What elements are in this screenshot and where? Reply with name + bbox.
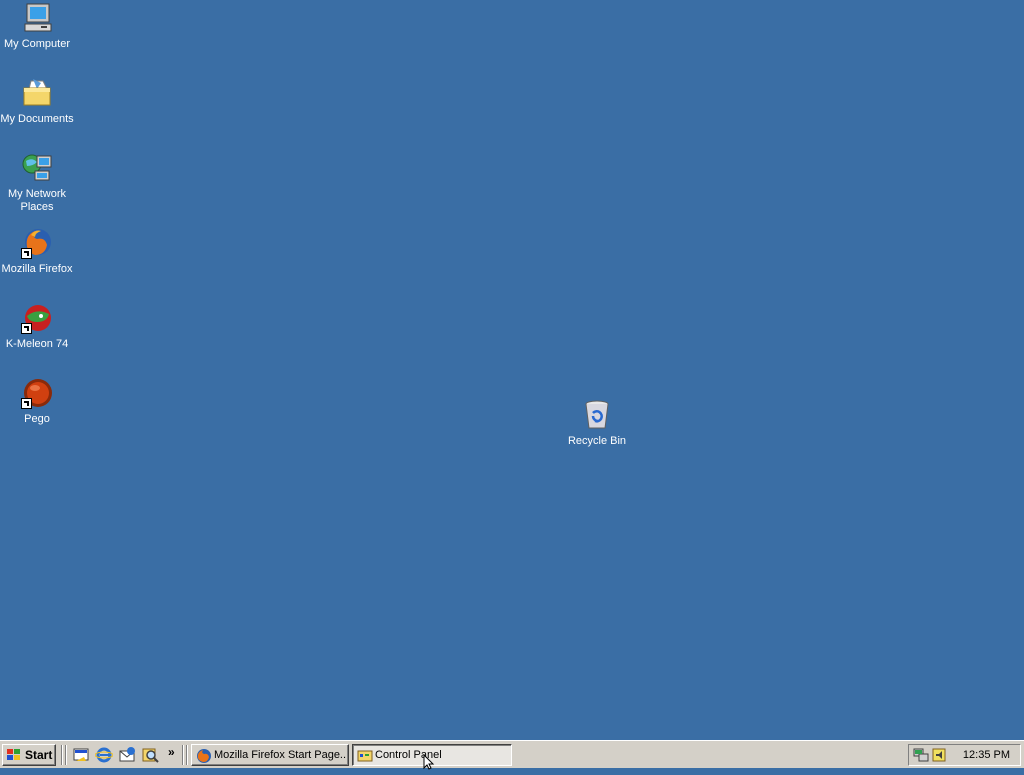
control-panel-icon: [357, 748, 373, 764]
sound-tray-icon[interactable]: [931, 747, 947, 763]
taskbar-separator: [186, 745, 188, 765]
quicklaunch-show-desktop-icon[interactable]: [72, 746, 90, 764]
pego-icon: [21, 377, 53, 409]
start-button[interactable]: Start: [2, 744, 56, 766]
folder-icon: [21, 77, 53, 109]
taskbar-separator: [182, 745, 184, 765]
quicklaunch-outlook-express-icon[interactable]: [118, 746, 136, 764]
desktop-icon-label: My Computer: [3, 38, 71, 50]
desktop-icon-mozilla-firefox[interactable]: Mozilla Firefox: [0, 227, 74, 276]
desktop-icon-label: Pego: [24, 413, 50, 425]
taskbar: Start » Mozilla Firefox Start Page... Co…: [0, 740, 1024, 768]
quicklaunch-search-icon[interactable]: [141, 746, 159, 764]
shortcut-arrow-icon: [21, 248, 32, 259]
desktop-icon-recycle-bin[interactable]: Recycle Bin: [560, 399, 634, 448]
quicklaunch-more-chevron[interactable]: »: [168, 745, 175, 759]
firefox-icon: [196, 748, 212, 764]
task-button-label: Control Panel: [375, 749, 442, 761]
computer-icon: [21, 2, 53, 34]
desktop-icon-label: My Network Places: [7, 188, 67, 213]
k-meleon-icon: [21, 302, 53, 334]
task-button-label: Mozilla Firefox Start Page...: [214, 749, 346, 761]
taskbar-separator: [61, 745, 63, 765]
desktop-icon-my-network-places[interactable]: My Network Places: [0, 152, 74, 214]
desktop-icon-my-documents[interactable]: My Documents: [0, 77, 74, 126]
recycle-bin-icon: [581, 399, 613, 431]
shortcut-arrow-icon: [21, 323, 32, 334]
system-tray: 12:35 PM: [908, 744, 1021, 766]
shortcut-arrow-icon: [21, 398, 32, 409]
desktop-icon-k-meleon[interactable]: K-Meleon 74: [0, 302, 74, 351]
desktop-icon-label: Mozilla Firefox: [1, 263, 73, 275]
clock[interactable]: 12:35 PM: [963, 749, 1010, 761]
task-button-firefox[interactable]: Mozilla Firefox Start Page...: [191, 744, 349, 766]
desktop: My Computer My Documents My Network Plac…: [0, 0, 1024, 740]
desktop-icon-label: K-Meleon 74: [5, 338, 69, 350]
windows-logo-icon: [7, 749, 21, 761]
desktop-icon-label: Recycle Bin: [567, 435, 627, 447]
desktop-icon-my-computer[interactable]: My Computer: [0, 2, 74, 51]
firefox-icon: [21, 227, 53, 259]
desktop-icon-label: My Documents: [0, 113, 74, 125]
taskbar-separator: [65, 745, 67, 765]
network-icon: [21, 152, 53, 184]
desktop-icon-pego[interactable]: Pego: [0, 377, 74, 426]
network-tray-icon[interactable]: [913, 747, 929, 763]
quicklaunch-internet-explorer-icon[interactable]: [94, 746, 114, 764]
start-label: Start: [25, 748, 53, 762]
